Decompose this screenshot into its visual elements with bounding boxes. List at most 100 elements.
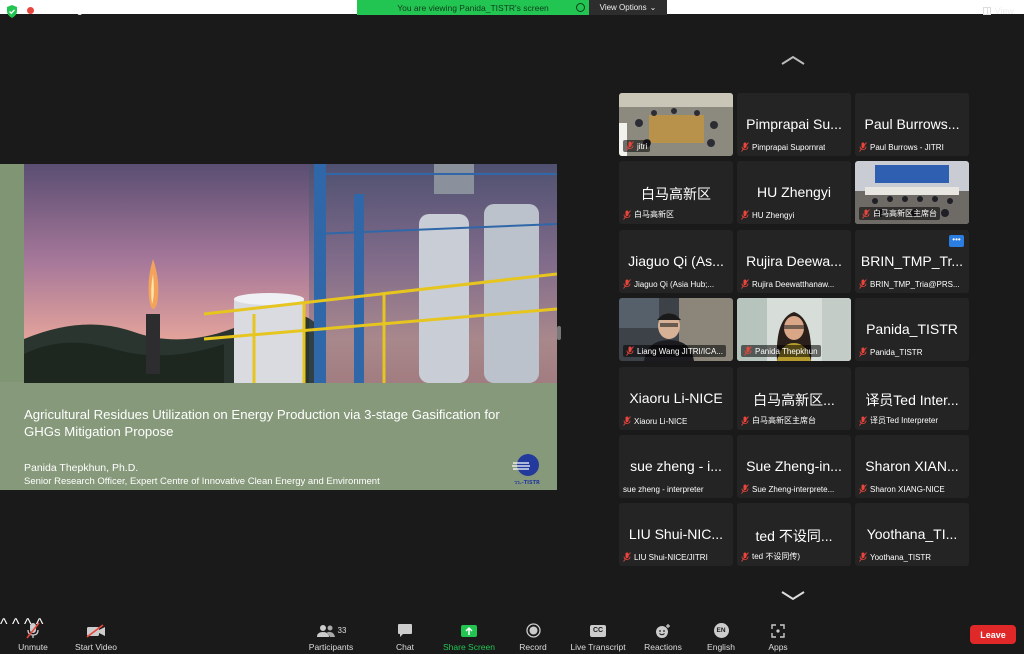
microphone-muted-icon — [859, 279, 867, 289]
microphone-muted-icon — [623, 209, 631, 220]
participant-name-label: Yoothana_TISTR — [859, 552, 931, 562]
participant-tile[interactable]: Rujira Deewa... Rujira Deewatthanaw... — [737, 230, 851, 293]
participant-tile[interactable]: sue zheng - i... sue zheng - interpreter — [619, 435, 733, 498]
microphone-muted-icon — [741, 279, 749, 289]
participant-name-label: LIU Shui-NICE/JITRI — [623, 552, 708, 562]
participant-name: Xiaoru Li-NICE — [634, 416, 688, 426]
view-button[interactable]: View — [982, 6, 1014, 16]
closed-caption-icon: CC — [590, 624, 606, 637]
participant-tile[interactable]: ted 不设同... ted 不设同传) — [737, 503, 851, 566]
participant-display-name: Paul Burrows... — [864, 116, 960, 132]
participant-name: Sharon XIANG-NICE — [870, 484, 945, 494]
participant-display-name: Sharon XIAN... — [865, 458, 959, 474]
record-button[interactable]: Record — [514, 622, 552, 652]
live-transcript-label: Live Transcript — [570, 642, 626, 652]
participant-name-label: 白马高新区主席台 — [741, 415, 816, 426]
start-video-label: Start Video — [75, 642, 117, 652]
microphone-muted-icon — [741, 415, 749, 426]
screen-share-banner: You are viewing Panida_TISTR's screen — [357, 0, 589, 15]
svg-text:วว.-TISTR: วว.-TISTR — [514, 480, 540, 486]
participant-tile[interactable]: Panida Thepkhun — [737, 298, 851, 361]
chevron-down-icon[interactable] — [780, 590, 806, 602]
participant-name: Liang Wang JITRI/ICA... — [637, 346, 723, 356]
participant-name-label: Pimprapai Supornrat — [741, 142, 825, 152]
unmute-label: Unmute — [18, 642, 48, 652]
participant-name: Paul Burrows - JITRI — [870, 142, 944, 152]
microphone-muted-icon — [744, 346, 752, 356]
participant-tile[interactable]: LIU Shui-NIC... LIU Shui-NICE/JITRI — [619, 503, 733, 566]
view-options-label: View Options — [599, 3, 647, 12]
microphone-muted-icon — [859, 552, 867, 562]
caret-up-icon[interactable]: ^ — [0, 616, 8, 633]
chevron-down-icon: ⌄ — [649, 3, 657, 12]
splitter-handle[interactable] — [557, 326, 561, 340]
participant-name-label: Panida_TISTR — [859, 347, 922, 357]
participant-tile[interactable]: jitri — [619, 93, 733, 156]
participant-display-name: BRIN_TMP_Tr... — [860, 253, 964, 269]
participant-tile[interactable]: Liang Wang JITRI/ICA... — [619, 298, 733, 361]
participant-display-name: Xiaoru Li-NICE — [629, 390, 723, 406]
reactions-button[interactable]: Reactions — [640, 622, 686, 652]
participant-name-label: BRIN_TMP_Tria@PRS... — [859, 279, 960, 289]
participant-tile[interactable]: 译员Ted Inter... 译员Ted Interpreter — [855, 367, 969, 430]
participant-name-label: HU Zhengyi — [741, 210, 794, 220]
participant-name-label: jitri — [623, 140, 651, 152]
unmute-button[interactable]: Unmute — [12, 622, 54, 652]
chat-button[interactable]: Chat — [388, 622, 422, 652]
recording-dot-icon — [27, 6, 34, 14]
participant-tile[interactable]: 白马高新区 白马高新区 — [619, 161, 733, 224]
participant-tile[interactable]: Paul Burrows... Paul Burrows - JITRI — [855, 93, 969, 156]
participant-name-label: Liang Wang JITRI/ICA... — [623, 345, 726, 357]
live-transcript-button[interactable]: CC Live Transcript — [566, 622, 630, 652]
leave-button[interactable]: Leave — [970, 625, 1016, 644]
banner-text: You are viewing Panida_TISTR's screen — [397, 2, 549, 13]
participant-tile[interactable]: BRIN_TMP_Tr... ••• BRIN_TMP_Tria@PRS... — [855, 230, 969, 293]
participant-display-name: Pimprapai Su... — [746, 116, 842, 132]
participant-name: Sue Zheng-interprete... — [752, 484, 835, 494]
participant-name: Jiaguo Qi (Asia Hub;... — [634, 279, 715, 289]
view-options-button[interactable]: View Options ⌄ — [589, 0, 667, 15]
participant-tile[interactable]: Sue Zheng-in... Sue Zheng-interprete... — [737, 435, 851, 498]
participant-tile[interactable]: Xiaoru Li-NICE Xiaoru Li-NICE — [619, 367, 733, 430]
participant-name: 白马高新区主席台 — [873, 209, 937, 218]
start-video-button[interactable]: Start Video — [70, 622, 122, 652]
video-off-icon — [86, 623, 105, 638]
more-options-icon[interactable]: ••• — [949, 235, 964, 247]
participant-tile[interactable]: Sharon XIAN... Sharon XIANG-NICE — [855, 435, 969, 498]
participant-tile[interactable]: HU Zhengyi HU Zhengyi — [737, 161, 851, 224]
share-screen-label: Share Screen — [443, 642, 495, 652]
participants-button[interactable]: 33 Participants — [305, 622, 357, 652]
share-screen-button[interactable]: Share Screen — [440, 622, 498, 652]
participants-count: 33 — [337, 626, 347, 635]
security-shield-icon[interactable] — [6, 5, 18, 18]
view-button-label: View — [994, 6, 1014, 16]
microphone-muted-icon — [741, 484, 749, 494]
english-label: English — [707, 642, 735, 652]
participant-tile[interactable]: Yoothana_TI... Yoothana_TISTR — [855, 503, 969, 566]
participant-name-label: 译员Ted Interpreter — [859, 415, 938, 426]
participant-name: HU Zhengyi — [752, 210, 795, 220]
participant-tile[interactable]: 白马高新区主席台 — [855, 161, 969, 224]
participant-name: Pimprapai Supornrat — [752, 142, 826, 152]
microphone-muted-icon — [859, 142, 867, 152]
slide-title: Agricultural Residues Utilization on Ene… — [24, 407, 500, 439]
microphone-muted-icon — [626, 346, 634, 356]
apps-button[interactable]: Apps — [762, 622, 794, 652]
language-globe-icon: EN — [713, 623, 729, 638]
chevron-up-icon[interactable] — [780, 54, 806, 66]
recording-indicator[interactable]: Recording — [27, 5, 83, 15]
participant-name-label: Jiaguo Qi (Asia Hub;... — [623, 279, 714, 289]
apps-icon — [771, 623, 785, 638]
participant-tile[interactable]: Jiaguo Qi (As... Jiaguo Qi (Asia Hub;... — [619, 230, 733, 293]
microphone-muted-icon — [623, 552, 631, 562]
participant-tile[interactable]: Pimprapai Su... Pimprapai Supornrat — [737, 93, 851, 156]
participant-tile[interactable]: 白马高新区... 白马高新区主席台 — [737, 367, 851, 430]
participant-tile[interactable]: Panida_TISTR Panida_TISTR — [855, 298, 969, 361]
recording-label: Recording — [38, 5, 83, 15]
apps-label: Apps — [768, 642, 788, 652]
participant-name: LIU Shui-NICE/JITRI — [634, 552, 708, 562]
english-language-button[interactable]: EN English — [701, 622, 741, 652]
participant-name-label: 白马高新区主席台 — [859, 207, 940, 220]
participant-name: Panida Thepkhun — [755, 346, 818, 356]
participant-name-label: Rujira Deewatthanaw... — [741, 279, 834, 289]
